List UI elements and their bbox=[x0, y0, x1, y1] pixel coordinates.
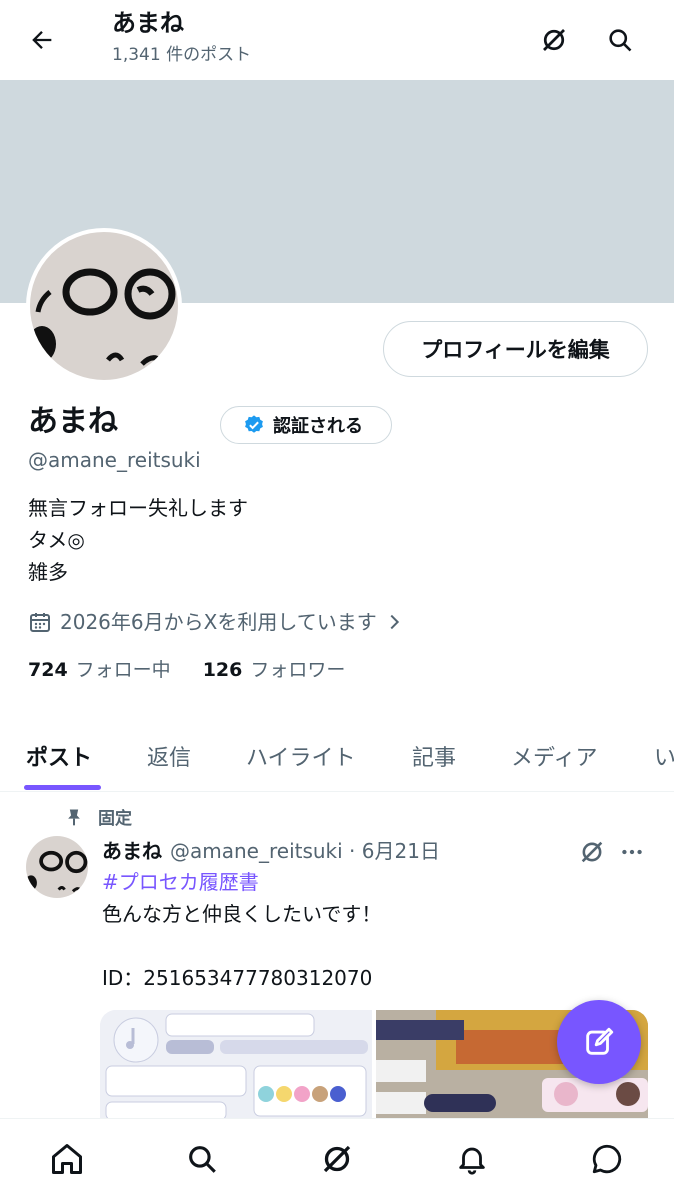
grok-icon bbox=[543, 29, 565, 51]
post-hashtag[interactable]: #プロセカ履歴書 bbox=[102, 866, 381, 898]
profile-tabs: ポスト 返信 ハイライト 記事 メディア い bbox=[0, 720, 674, 792]
followers-label: フォロワー bbox=[250, 659, 346, 681]
tab-highlights[interactable]: ハイライト bbox=[246, 720, 356, 792]
post-line: ID：251653477780312070 bbox=[102, 966, 373, 990]
tab-media[interactable]: メディア bbox=[511, 720, 597, 792]
post-author-name[interactable]: あまね bbox=[102, 835, 162, 867]
header-title: あまね bbox=[112, 9, 184, 37]
post-count: 1,341 件のポスト bbox=[112, 45, 252, 65]
active-tab-indicator bbox=[24, 785, 101, 790]
bell-icon bbox=[459, 1147, 485, 1175]
chat-icon bbox=[592, 1144, 622, 1174]
profile-name: あまね bbox=[28, 404, 118, 439]
following-link[interactable]: 724 フォロー中 bbox=[28, 656, 171, 684]
nav-grok[interactable] bbox=[317, 1139, 357, 1179]
bio-line: 雑多 bbox=[28, 560, 68, 584]
tab-likes[interactable]: い bbox=[654, 720, 674, 792]
header-title-block: あまね 1,341 件のポスト bbox=[112, 8, 251, 68]
nav-search[interactable] bbox=[182, 1139, 222, 1179]
nav-messages[interactable] bbox=[587, 1139, 627, 1179]
top-bar: あまね 1,341 件のポスト bbox=[0, 0, 674, 80]
calendar-icon bbox=[30, 613, 50, 632]
followers-count: 126 bbox=[202, 659, 243, 681]
pinned-text: 固定 bbox=[98, 809, 132, 829]
profile-avatar[interactable] bbox=[26, 228, 182, 384]
more-horizontal-icon bbox=[622, 849, 642, 855]
profile-bio: 無言フォロー失礼します タメ◎ 雑多 bbox=[28, 492, 248, 588]
bio-line: タメ◎ bbox=[28, 528, 85, 552]
get-verified-label: 認証される bbox=[273, 416, 363, 437]
chevron-right-icon bbox=[390, 614, 399, 630]
post-author-meta[interactable]: @amane_reitsuki · 6月21日 bbox=[170, 835, 440, 867]
followers-link[interactable]: 126 フォロワー bbox=[203, 656, 346, 684]
tab-articles[interactable]: 記事 bbox=[412, 720, 456, 792]
edit-profile-button[interactable]: プロフィールを編集 bbox=[383, 321, 648, 377]
search-button[interactable] bbox=[600, 20, 640, 60]
profile-handle: @amane_reitsuki bbox=[28, 448, 201, 472]
post-avatar[interactable] bbox=[26, 836, 88, 898]
post-line: 色んな方と仲良くしたいです！ bbox=[102, 902, 382, 926]
home-icon bbox=[52, 1144, 82, 1174]
grok-icon bbox=[323, 1145, 351, 1173]
follow-stats: 724 フォロー中 126 フォロワー bbox=[28, 656, 345, 684]
search-icon bbox=[189, 1146, 216, 1173]
tab-posts[interactable]: ポスト bbox=[26, 720, 92, 792]
back-button[interactable] bbox=[22, 20, 62, 60]
nav-home[interactable] bbox=[47, 1139, 87, 1179]
joined-label: 2026年6月からXを利用しています bbox=[60, 610, 377, 634]
grok-icon bbox=[581, 841, 603, 863]
arrow-left-icon bbox=[32, 31, 52, 49]
bottom-navigation bbox=[0, 1118, 674, 1200]
following-label: フォロー中 bbox=[75, 659, 171, 681]
bio-line: 無言フォロー失礼します bbox=[28, 496, 248, 520]
grok-button[interactable] bbox=[534, 20, 574, 60]
post-header: あまね @amane_reitsuki · 6月21日 bbox=[102, 835, 440, 867]
post-grok-button[interactable] bbox=[574, 834, 610, 870]
tab-replies[interactable]: 返信 bbox=[147, 720, 191, 792]
pin-icon bbox=[68, 809, 80, 825]
post-image-1[interactable] bbox=[100, 1010, 372, 1120]
joined-date[interactable]: 2026年6月からXを利用しています bbox=[28, 606, 413, 638]
get-verified-button[interactable]: 認証される bbox=[220, 406, 392, 444]
pinned-label: 固定 bbox=[64, 804, 132, 829]
nav-notifications[interactable] bbox=[452, 1139, 492, 1179]
search-icon bbox=[609, 29, 632, 52]
post-more-button[interactable] bbox=[614, 834, 650, 870]
verified-badge-icon bbox=[245, 415, 263, 433]
compose-post-button[interactable] bbox=[557, 1000, 641, 1084]
following-count: 724 bbox=[28, 659, 68, 681]
compose-icon bbox=[586, 1027, 614, 1055]
post-body: #プロセカ履歴書 色んな方と仲良くしたいです！ ID：2516534777803… bbox=[102, 866, 381, 994]
